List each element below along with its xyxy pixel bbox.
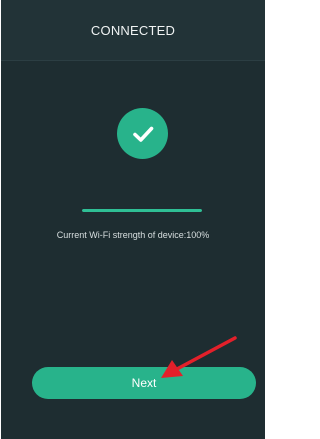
app-screen: CONNECTED Current Wi-Fi strength of devi…: [1, 0, 265, 439]
wifi-strength-fill: [82, 209, 202, 212]
arrow-shaft: [175, 336, 237, 371]
next-button[interactable]: Next: [32, 367, 256, 399]
checkmark-icon: [132, 126, 153, 142]
page-title: CONNECTED: [90, 22, 176, 38]
check-circle-icon: [117, 108, 168, 159]
wifi-strength-bar: [82, 209, 202, 212]
wifi-strength-text: Current Wi-Fi strength of device:100%: [56, 230, 210, 240]
header-bar: CONNECTED: [1, 0, 265, 61]
next-button-label: Next: [131, 376, 157, 390]
